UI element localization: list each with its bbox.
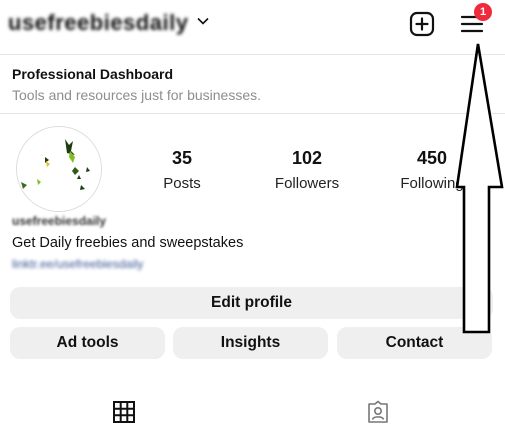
bio-text: Get Daily freebies and sweepstakes (12, 235, 244, 251)
avatar[interactable] (16, 126, 102, 212)
dashboard-subtitle: Tools and resources just for businesses. (12, 87, 262, 103)
chevron-down-icon[interactable] (196, 14, 210, 28)
avatar-image (17, 127, 101, 211)
notification-badge: 1 (474, 3, 492, 21)
divider (0, 113, 505, 114)
edit-profile-button[interactable]: Edit profile (10, 287, 493, 319)
plus-square-icon[interactable] (408, 10, 436, 38)
arrow-up-annotation (455, 43, 504, 334)
stat-value: 102 (291, 148, 323, 168)
professional-dashboard[interactable]: Professional Dashboard Tools and resourc… (12, 66, 261, 103)
dashboard-title: Professional Dashboard (12, 66, 174, 82)
insights-button[interactable]: Insights (173, 327, 328, 359)
divider (0, 54, 505, 55)
bio-link[interactable]: linktr.ee/usefreebiesdaily (12, 257, 143, 271)
ad-tools-button[interactable]: Ad tools (10, 327, 165, 359)
stat-label: Followers (274, 175, 340, 192)
grid-icon[interactable] (112, 400, 136, 424)
tagged-person-icon[interactable] (366, 400, 390, 424)
top-bar: usefreebiesdaily 1 (0, 0, 505, 52)
stat-followers[interactable]: 102 Followers (262, 148, 352, 192)
stat-posts[interactable]: 35 Posts (152, 148, 212, 192)
stat-label: Posts (163, 175, 201, 192)
stat-value: 35 (171, 148, 193, 168)
bio-name: usefreebiesdaily (12, 214, 107, 228)
username[interactable]: usefreebiesdaily (8, 10, 188, 36)
